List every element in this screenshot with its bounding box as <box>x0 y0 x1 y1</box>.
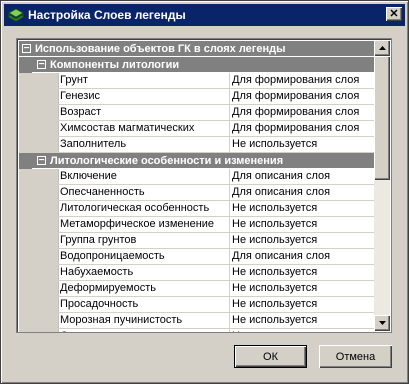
property-row[interactable]: ОднородностьНе используется <box>19 329 375 332</box>
window-title: Настройка Слоев легенды <box>28 8 186 22</box>
property-row[interactable]: Литологическая особенность Не используетс… <box>19 201 375 217</box>
row-gutter <box>19 121 59 136</box>
property-row[interactable]: Химсостав магматических Для формирования … <box>19 121 375 137</box>
property-grid[interactable]: − Использование объектов ГК в слоях леге… <box>16 38 392 333</box>
collapse-icon[interactable]: − <box>37 60 46 70</box>
property-name: Заполнитель <box>59 137 230 152</box>
property-name: Водопроницаемость <box>59 249 230 264</box>
row-gutter <box>19 201 59 216</box>
property-value[interactable]: Не используется <box>230 233 317 248</box>
row-gutter <box>19 233 59 248</box>
row-gutter <box>19 329 59 332</box>
property-value[interactable]: Не используется <box>230 313 317 328</box>
collapse-icon[interactable]: − <box>37 156 46 166</box>
property-value[interactable]: Для описания слоя <box>230 169 330 184</box>
row-gutter <box>19 249 59 264</box>
property-value[interactable]: Не используется <box>230 329 317 332</box>
property-value[interactable]: Для описания слоя <box>230 185 330 200</box>
property-row[interactable]: Набухаемость Не используется <box>19 265 375 281</box>
property-name: Опесчаненность <box>59 185 230 200</box>
row-gutter <box>19 137 59 152</box>
row-gutter <box>19 185 59 200</box>
property-name: Просадочность <box>59 297 230 312</box>
cancel-button[interactable]: Отмена <box>319 345 392 368</box>
row-gutter <box>19 281 59 296</box>
close-icon: ✕ <box>389 7 399 20</box>
property-rows: − Использование объектов ГК в слоях леге… <box>19 41 375 332</box>
property-row[interactable]: Группа грунтов Не используется <box>19 233 375 249</box>
category-section[interactable]: − Литологические особенности и изменения <box>19 153 375 169</box>
arrow-down-icon <box>378 321 386 325</box>
property-name: Деформируемость <box>59 281 230 296</box>
property-name: Грунт <box>59 73 230 88</box>
scroll-down-button[interactable] <box>374 315 390 331</box>
category-root-label: Использование объектов ГК в слоях легенд… <box>35 42 286 55</box>
property-row[interactable]: Просадочность Не используется <box>19 297 375 313</box>
property-name: Морозная пучинистость <box>59 313 230 328</box>
property-value[interactable]: Не используется <box>230 217 317 232</box>
property-name: Метаморфическое изменение <box>59 217 230 232</box>
row-gutter <box>19 105 59 120</box>
row-gutter <box>19 313 59 328</box>
property-value[interactable]: Для формирования слоя <box>230 105 359 120</box>
row-gutter <box>19 297 59 312</box>
category-section-label: Литологические особенности и изменения <box>50 154 284 167</box>
category-section-label: Компоненты литологии <box>50 58 180 71</box>
row-gutter <box>19 73 59 88</box>
vertical-scrollbar[interactable] <box>374 40 390 331</box>
property-row[interactable]: Включение Для описания слоя <box>19 169 375 185</box>
property-value[interactable]: Для описания слоя <box>230 249 330 264</box>
property-value[interactable]: Не используется <box>230 137 317 152</box>
property-value[interactable]: Для формирования слоя <box>230 121 359 136</box>
property-row[interactable]: Опесчаненность Для описания слоя <box>19 185 375 201</box>
row-gutter <box>19 89 59 104</box>
close-button[interactable]: ✕ <box>386 7 402 21</box>
property-value[interactable]: Не используется <box>230 201 317 216</box>
property-row[interactable]: Морозная пучинистость Не используется <box>19 313 375 329</box>
property-name: Группа грунтов <box>59 233 230 248</box>
scroll-up-button[interactable] <box>374 40 390 56</box>
property-name: Возраст <box>59 105 230 120</box>
row-gutter <box>19 265 59 280</box>
property-name: Химсостав магматических <box>59 121 230 136</box>
ok-button[interactable]: ОК <box>234 345 307 368</box>
category-root[interactable]: − Использование объектов ГК в слоях леге… <box>19 41 375 57</box>
property-row[interactable]: Заполнитель Не используется <box>19 137 375 153</box>
property-name: Генезис <box>59 89 230 104</box>
property-row[interactable]: Водопроницаемость Для описания слоя <box>19 249 375 265</box>
property-row[interactable]: Грунт Для формирования слоя <box>19 73 375 89</box>
property-row[interactable]: Метаморфическое изменение Не используется <box>19 217 375 233</box>
property-name: Однородность <box>59 329 230 332</box>
dialog-window: Настройка Слоев легенды ✕ − Использовани… <box>0 0 409 384</box>
row-gutter <box>19 169 59 184</box>
property-value[interactable]: Не используется <box>230 297 317 312</box>
property-name: Включение <box>59 169 230 184</box>
property-name: Набухаемость <box>59 265 230 280</box>
row-gutter <box>19 217 59 232</box>
property-row[interactable]: Деформируемость Не используется <box>19 281 375 297</box>
property-name: Литологическая особенность <box>59 201 230 216</box>
property-row[interactable]: Возраст Для формирования слоя <box>19 105 375 121</box>
property-value[interactable]: Не используется <box>230 265 317 280</box>
property-value[interactable]: Для формирования слоя <box>230 89 359 104</box>
property-value[interactable]: Не используется <box>230 281 317 296</box>
property-value[interactable]: Для формирования слоя <box>230 73 359 88</box>
category-section[interactable]: − Компоненты литологии <box>19 57 375 73</box>
collapse-icon[interactable]: − <box>22 44 31 54</box>
arrow-up-icon <box>378 46 386 50</box>
property-row[interactable]: Генезис Для формирования слоя <box>19 89 375 105</box>
layers-icon <box>8 8 24 22</box>
title-bar[interactable]: Настройка Слоев легенды ✕ <box>4 4 405 26</box>
scroll-thumb[interactable] <box>374 56 390 180</box>
